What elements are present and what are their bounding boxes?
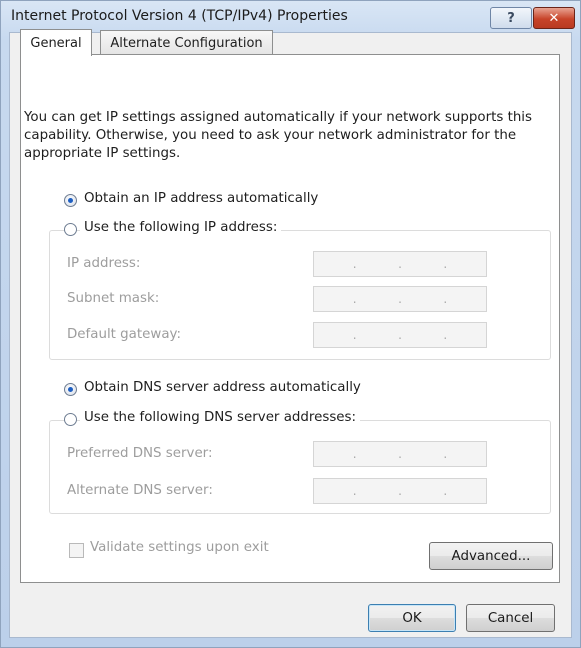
default-gateway-input[interactable]: ... (313, 322, 487, 348)
window-title: Internet Protocol Version 4 (TCP/IPv4) P… (11, 8, 348, 24)
advanced-button-label: Advanced... (451, 548, 531, 564)
help-button[interactable]: ? (490, 7, 532, 29)
subnet-mask-input[interactable]: ... (313, 286, 487, 312)
subnet-mask-label: Subnet mask: (67, 291, 160, 306)
use-following-ip-radio[interactable] (64, 223, 77, 236)
description-text: You can get IP settings assigned automat… (24, 110, 533, 161)
advanced-button[interactable]: Advanced... (429, 542, 553, 570)
default-gateway-label: Default gateway: (67, 327, 181, 342)
ok-button[interactable]: OK (368, 604, 456, 632)
use-following-ip-label[interactable]: Use the following IP address: (80, 220, 282, 235)
alternate-dns-label: Alternate DNS server: (67, 483, 213, 498)
ok-button-label: OK (402, 610, 422, 626)
use-following-dns-label[interactable]: Use the following DNS server addresses: (80, 410, 361, 425)
cancel-button[interactable]: Cancel (466, 604, 555, 632)
tab-alternate-configuration-label: Alternate Configuration (110, 35, 263, 51)
validate-settings-label[interactable]: Validate settings upon exit (90, 540, 269, 555)
obtain-ip-auto-label[interactable]: Obtain an IP address automatically (84, 191, 318, 206)
validate-settings-checkbox[interactable] (69, 543, 84, 558)
use-following-dns-radio[interactable] (64, 413, 77, 426)
preferred-dns-label: Preferred DNS server: (67, 446, 213, 461)
alternate-dns-input[interactable]: ... (313, 478, 487, 504)
tab-general-label: General (30, 35, 82, 51)
obtain-dns-auto-label[interactable]: Obtain DNS server address automatically (84, 380, 361, 395)
close-button[interactable]: ✕ (533, 7, 575, 29)
preferred-dns-input[interactable]: ... (313, 441, 487, 467)
close-icon: ✕ (548, 10, 560, 26)
ip-address-input[interactable]: ... (313, 251, 487, 277)
obtain-dns-auto-radio[interactable] (64, 383, 77, 396)
tab-alternate-configuration[interactable]: Alternate Configuration (100, 30, 273, 55)
tab-general[interactable]: General (20, 29, 92, 56)
cancel-button-label: Cancel (487, 610, 534, 626)
obtain-ip-auto-radio[interactable] (64, 194, 77, 207)
ip-address-label: IP address: (67, 256, 141, 271)
question-mark-icon: ? (507, 10, 515, 26)
